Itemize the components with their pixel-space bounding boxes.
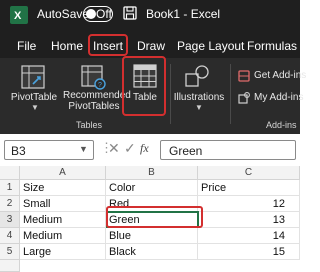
cell-c4[interactable]: 14 <box>198 228 300 244</box>
recommended-line2: PivotTables <box>68 101 120 112</box>
excel-logo-icon: X <box>10 6 28 24</box>
row-header[interactable]: 3 <box>0 212 20 228</box>
cell-a1[interactable]: Size <box>20 180 106 196</box>
name-box[interactable]: B3 ▼ <box>4 140 94 160</box>
illustrations-button[interactable]: Illustrations <box>173 92 225 103</box>
row-header[interactable] <box>0 260 20 272</box>
ribbon-separator-2 <box>230 64 231 124</box>
my-addins-button[interactable]: My Add-ins <box>254 92 303 103</box>
enter-icon[interactable]: ✓ <box>124 140 136 157</box>
pivot-table-icon <box>21 65 45 89</box>
cell-c5[interactable]: 15 <box>198 244 300 260</box>
tab-draw[interactable]: Draw <box>137 39 165 53</box>
svg-text:X: X <box>14 10 22 22</box>
illustrations-icon <box>185 65 209 87</box>
illustrations-chevron-icon[interactable]: ▼ <box>195 103 203 112</box>
name-box-chevron-icon[interactable]: ▼ <box>79 144 88 154</box>
column-header-a[interactable]: A <box>20 166 106 180</box>
addins-group-label: Add-ins <box>266 120 297 130</box>
row-header[interactable]: 5 <box>0 244 20 260</box>
select-all-corner[interactable] <box>0 166 20 180</box>
insert-tab-highlight <box>88 34 128 56</box>
cell-a4[interactable]: Medium <box>20 228 106 244</box>
tab-page-layout[interactable]: Page Layout <box>177 39 244 53</box>
formula-input[interactable]: Green <box>160 140 296 160</box>
formula-value: Green <box>169 144 203 158</box>
insert-function-icon[interactable]: fx <box>140 141 149 156</box>
toggle-knob <box>86 9 96 19</box>
column-header-c[interactable]: C <box>198 166 300 180</box>
tab-formulas[interactable]: Formulas <box>247 39 297 53</box>
pivot-chevron-icon[interactable]: ▼ <box>31 103 39 112</box>
save-icon[interactable] <box>123 6 137 20</box>
cell-b4[interactable]: Blue <box>106 228 198 244</box>
cell-b1[interactable]: Color <box>106 180 198 196</box>
cell-a3[interactable]: Medium <box>20 212 106 228</box>
get-addins-icon <box>238 70 250 82</box>
autosave-label: AutoSave <box>37 7 90 21</box>
get-addins-button[interactable]: Get Add-ins <box>254 70 306 81</box>
row-header[interactable]: 2 <box>0 196 20 212</box>
formula-bar: B3 ▼ ⋮ ✕ ✓ fx Green <box>0 134 300 166</box>
row-header[interactable]: 4 <box>0 228 20 244</box>
selected-cell-highlight <box>106 206 203 228</box>
autosave-state: Off <box>96 7 112 21</box>
svg-text:?: ? <box>98 82 102 89</box>
row-header[interactable]: 1 <box>0 180 20 196</box>
cancel-icon[interactable]: ✕ <box>108 140 120 157</box>
recommended-pivottables-button[interactable]: Recommended PivotTables <box>63 90 131 112</box>
cell-b5[interactable]: Black <box>106 244 198 260</box>
cell-c2[interactable]: 12 <box>198 196 300 212</box>
document-title: Book1 - Excel <box>146 7 221 21</box>
my-addins-icon <box>238 92 250 104</box>
title-bar: X AutoSave Off Book1 - Excel <box>0 0 300 30</box>
recommended-line1: Recommended <box>63 90 131 101</box>
table-button-highlight <box>122 56 166 116</box>
cell-c1[interactable]: Price <box>198 180 300 196</box>
menu-bar: File Home Insert Draw Page Layout Formul… <box>0 30 300 58</box>
pivot-table-button[interactable]: PivotTable <box>8 92 60 103</box>
cell-a2[interactable]: Small <box>20 196 106 212</box>
cell-c3[interactable]: 13 <box>198 212 300 228</box>
recommended-pivot-icon: ? <box>81 65 106 90</box>
column-header-b[interactable]: B <box>106 166 198 180</box>
tables-group-label: Tables <box>76 120 103 130</box>
ribbon-separator <box>170 64 171 124</box>
cell-a5[interactable]: Large <box>20 244 106 260</box>
name-box-value: B3 <box>11 144 26 158</box>
tab-file[interactable]: File <box>17 39 36 53</box>
tab-home[interactable]: Home <box>51 39 83 53</box>
